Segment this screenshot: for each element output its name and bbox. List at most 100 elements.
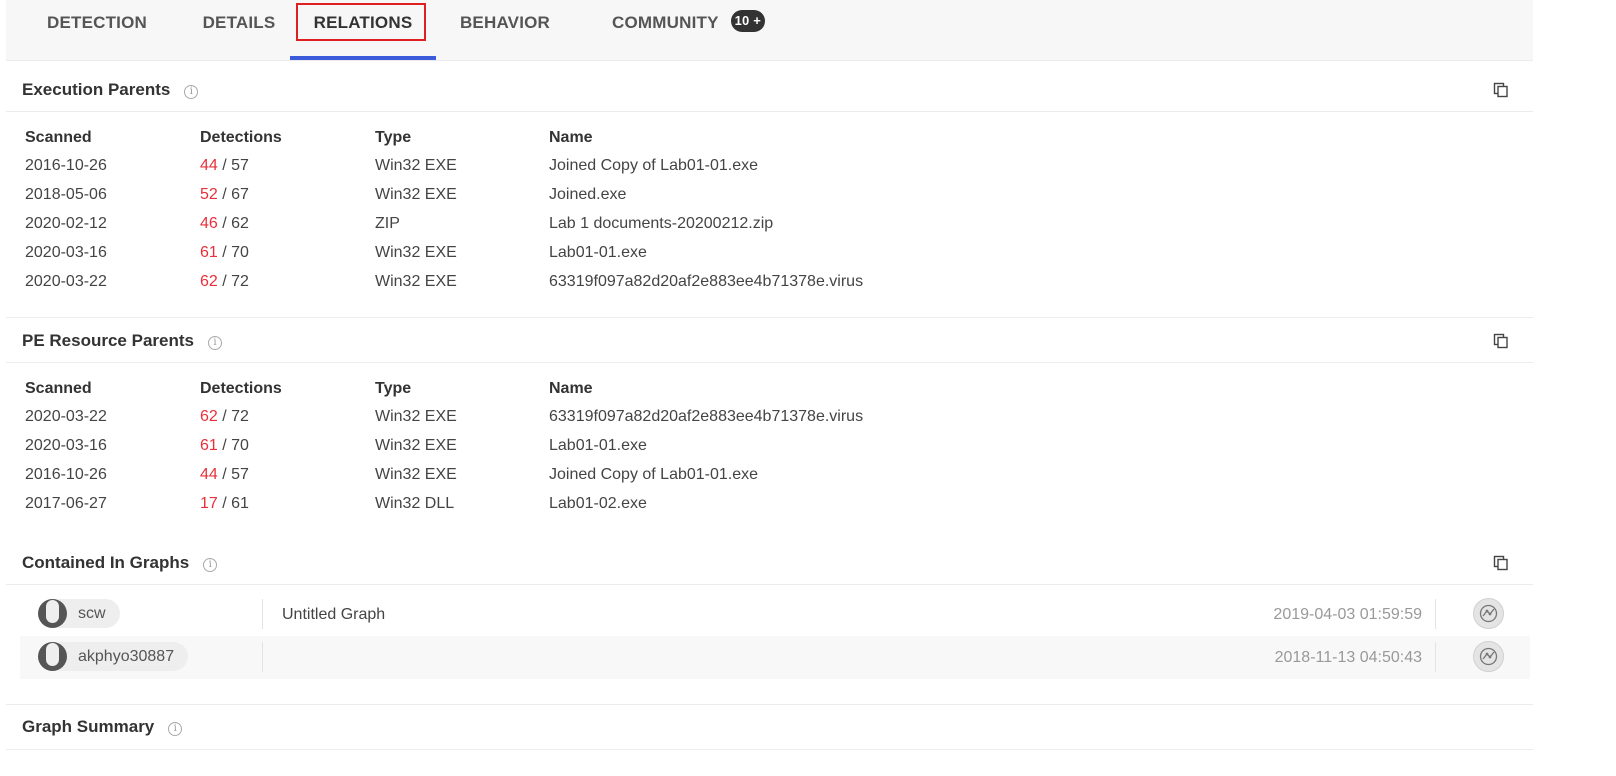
tab-details[interactable]: DETAILS bbox=[188, 0, 290, 60]
total: 72 bbox=[231, 408, 249, 425]
col-detections: Detections bbox=[200, 129, 282, 146]
file-name[interactable]: Joined Copy of Lab01-01.exe bbox=[549, 157, 758, 175]
file-name[interactable]: Joined.exe bbox=[549, 186, 626, 204]
section-title: PE Resource Parents i bbox=[22, 331, 222, 351]
avatar bbox=[38, 642, 67, 671]
col-scanned: Scanned bbox=[25, 380, 92, 397]
table-row[interactable]: 2016-10-26 44 / 57 Win32 EXE Joined Copy… bbox=[25, 460, 1533, 489]
file-type: Win32 EXE bbox=[375, 157, 457, 174]
detections: 46 / 62 bbox=[200, 215, 249, 232]
open-graph-button[interactable] bbox=[1473, 598, 1504, 629]
section-title: Contained In Graphs i bbox=[22, 553, 218, 573]
detections: 17 / 61 bbox=[200, 495, 249, 512]
total: 57 bbox=[231, 157, 249, 174]
total: 57 bbox=[231, 466, 249, 483]
table-row[interactable]: 2017-06-27 17 / 61 Win32 DLL Lab01-02.ex… bbox=[25, 489, 1533, 518]
column-divider bbox=[262, 599, 263, 629]
file-type: Win32 EXE bbox=[375, 244, 457, 261]
tab-bar: DETECTION DETAILS RELATIONS BEHAVIOR COM… bbox=[6, 0, 1533, 61]
scanned-date: 2018-05-06 bbox=[25, 186, 107, 203]
username: scw bbox=[78, 605, 106, 622]
col-scanned: Scanned bbox=[25, 129, 92, 146]
col-type: Type bbox=[375, 129, 412, 146]
file-type: Win32 EXE bbox=[375, 273, 457, 290]
user-pill[interactable]: akphyo30887 bbox=[38, 642, 189, 671]
total: 67 bbox=[231, 186, 249, 203]
file-name[interactable]: Joined Copy of Lab01-01.exe bbox=[549, 466, 758, 484]
table-row[interactable]: 2020-03-22 62 / 72 Win32 EXE 63319f097a8… bbox=[25, 402, 1533, 431]
table-row[interactable]: 2020-03-16 61 / 70 Win32 EXE Lab01-01.ex… bbox=[25, 238, 1533, 267]
section-title-text: Contained In Graphs bbox=[22, 553, 190, 572]
annotation-highlight-box bbox=[296, 3, 426, 41]
execution-parents-section: Execution Parents i Scanned Detections Ty… bbox=[6, 67, 1533, 318]
table-row[interactable]: 2018-05-06 52 / 67 Win32 EXE Joined.exe bbox=[25, 180, 1533, 209]
table-row[interactable]: 2020-03-16 61 / 70 Win32 EXE Lab01-01.ex… bbox=[25, 431, 1533, 460]
col-name: Name bbox=[549, 129, 593, 146]
detections: 62 / 72 bbox=[200, 273, 249, 290]
tab-community-label: COMMUNITY bbox=[612, 13, 719, 32]
table-header: Scanned Detections Type Name bbox=[25, 374, 1533, 402]
section-title: Graph Summary i bbox=[22, 717, 183, 737]
tab-behavior[interactable]: BEHAVIOR bbox=[436, 0, 574, 60]
copy-icon[interactable] bbox=[1493, 555, 1509, 571]
positives: 52 bbox=[200, 186, 218, 203]
open-graph-button[interactable] bbox=[1473, 641, 1504, 672]
table-row[interactable]: 2016-10-26 44 / 57 Win32 EXE Joined Copy… bbox=[25, 151, 1533, 180]
tab-community[interactable]: COMMUNITY 10 + bbox=[612, 0, 774, 60]
file-type: Win32 EXE bbox=[375, 186, 457, 203]
scanned-date: 2020-03-22 bbox=[25, 273, 107, 290]
total: 72 bbox=[231, 273, 249, 290]
tab-detection[interactable]: DETECTION bbox=[6, 0, 188, 60]
column-divider bbox=[1435, 599, 1436, 629]
graph-icon bbox=[1479, 647, 1498, 666]
table-row[interactable]: 2020-02-12 46 / 62 ZIP Lab 1 documents-2… bbox=[25, 209, 1533, 238]
file-name[interactable]: Lab01-01.exe bbox=[549, 244, 647, 262]
graph-row[interactable]: akphyo30887 2018-11-13 04:50:43 bbox=[20, 636, 1530, 679]
positives: 44 bbox=[200, 157, 218, 174]
info-icon[interactable]: i bbox=[207, 336, 222, 350]
file-name[interactable]: Lab01-02.exe bbox=[549, 495, 647, 513]
avatar bbox=[38, 599, 67, 628]
positives: 62 bbox=[200, 273, 218, 290]
graph-row[interactable]: scw Untitled Graph 2019-04-03 01:59:59 bbox=[20, 593, 1530, 636]
file-name[interactable]: 63319f097a82d20af2e883ee4b71378e.virus bbox=[549, 273, 863, 291]
community-count-badge: 10 + bbox=[730, 10, 766, 32]
file-type: ZIP bbox=[375, 215, 400, 232]
detections: 62 / 72 bbox=[200, 408, 249, 425]
graph-date: 2018-11-13 04:50:43 bbox=[1274, 649, 1422, 666]
file-name[interactable]: Lab01-01.exe bbox=[549, 437, 647, 455]
positives: 44 bbox=[200, 466, 218, 483]
table-row[interactable]: 2020-03-22 62 / 72 Win32 EXE 63319f097a8… bbox=[25, 267, 1533, 296]
tab-relations[interactable]: RELATIONS bbox=[290, 0, 436, 60]
info-icon[interactable]: i bbox=[168, 722, 183, 736]
copy-icon[interactable] bbox=[1493, 82, 1509, 98]
info-icon[interactable]: i bbox=[203, 558, 218, 572]
col-name: Name bbox=[549, 380, 593, 397]
section-title-text: Execution Parents bbox=[22, 80, 171, 99]
info-icon[interactable]: i bbox=[184, 85, 199, 99]
scanned-date: 2016-10-26 bbox=[25, 466, 107, 483]
positives: 46 bbox=[200, 215, 218, 232]
total: 61 bbox=[231, 495, 249, 512]
section-header: PE Resource Parents i bbox=[6, 318, 1533, 363]
scanned-date: 2020-03-22 bbox=[25, 408, 107, 425]
file-type: Win32 EXE bbox=[375, 437, 457, 454]
scanned-date: 2020-02-12 bbox=[25, 215, 107, 232]
column-divider bbox=[1435, 642, 1436, 672]
file-name[interactable]: Lab 1 documents-20200212.zip bbox=[549, 215, 773, 233]
file-type: Win32 EXE bbox=[375, 466, 457, 483]
scanned-date: 2020-03-16 bbox=[25, 437, 107, 454]
active-tab-indicator bbox=[290, 56, 436, 60]
section-header: Execution Parents i bbox=[6, 67, 1533, 112]
detections: 61 / 70 bbox=[200, 244, 249, 261]
section-title-text: PE Resource Parents bbox=[22, 331, 194, 350]
positives: 61 bbox=[200, 244, 218, 261]
table-header: Scanned Detections Type Name bbox=[25, 123, 1533, 151]
copy-icon[interactable] bbox=[1493, 333, 1509, 349]
col-type: Type bbox=[375, 380, 412, 397]
file-name[interactable]: 63319f097a82d20af2e883ee4b71378e.virus bbox=[549, 408, 863, 426]
graph-name[interactable]: Untitled Graph bbox=[282, 606, 385, 624]
username: akphyo30887 bbox=[78, 648, 175, 665]
graph-date: 2019-04-03 01:59:59 bbox=[1273, 606, 1422, 623]
user-pill[interactable]: scw bbox=[38, 599, 120, 628]
